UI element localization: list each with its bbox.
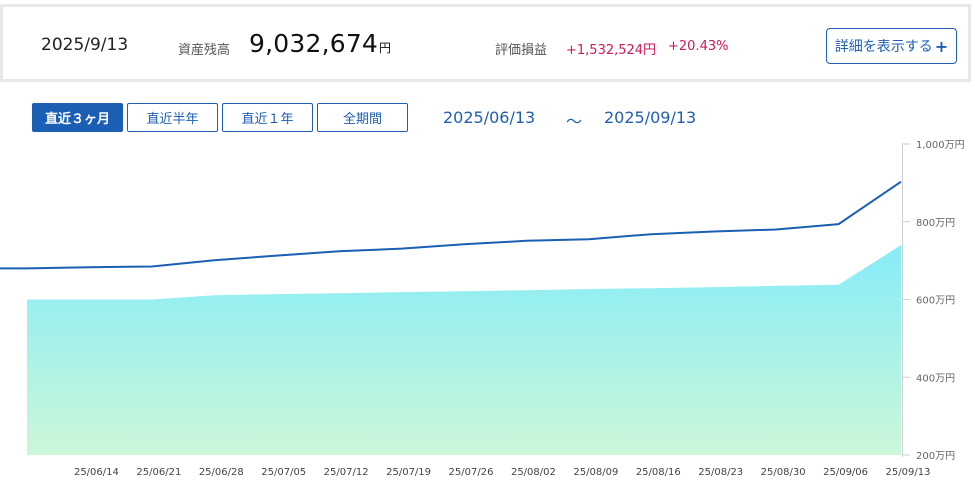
x-tick-label: 25/08/09 [573,467,618,478]
x-tick-label: 25/08/23 [698,467,743,478]
x-tick-label: 25/08/16 [636,467,681,478]
x-tick-label: 25/09/13 [886,467,931,478]
y-tick-label: 1,000万円 [916,140,965,151]
y-tick-label: 200万円 [916,451,955,462]
valuation-line [0,180,902,270]
y-tick-label: 400万円 [916,373,955,384]
x-tick-label: 25/08/30 [761,467,806,478]
x-tick-label: 25/06/14 [74,467,119,478]
x-tick-label: 25/07/05 [261,467,306,478]
x-tick-label: 25/07/26 [449,467,494,478]
y-tick-label: 600万円 [916,296,955,307]
principal-area [27,245,901,455]
x-tick-label: 25/08/02 [511,467,556,478]
x-tick-label: 25/07/12 [324,467,369,478]
y-tick-label: 800万円 [916,218,955,229]
asset-chart: 1,000万円 800万円 600万円 400万円 200万円 25/06/14 25/0… [0,140,965,478]
x-tick-label: 25/06/21 [136,467,181,478]
x-tick-label: 25/07/19 [386,467,431,478]
x-tick-label: 25/09/06 [823,467,868,478]
x-tick-label: 25/06/28 [199,467,244,478]
